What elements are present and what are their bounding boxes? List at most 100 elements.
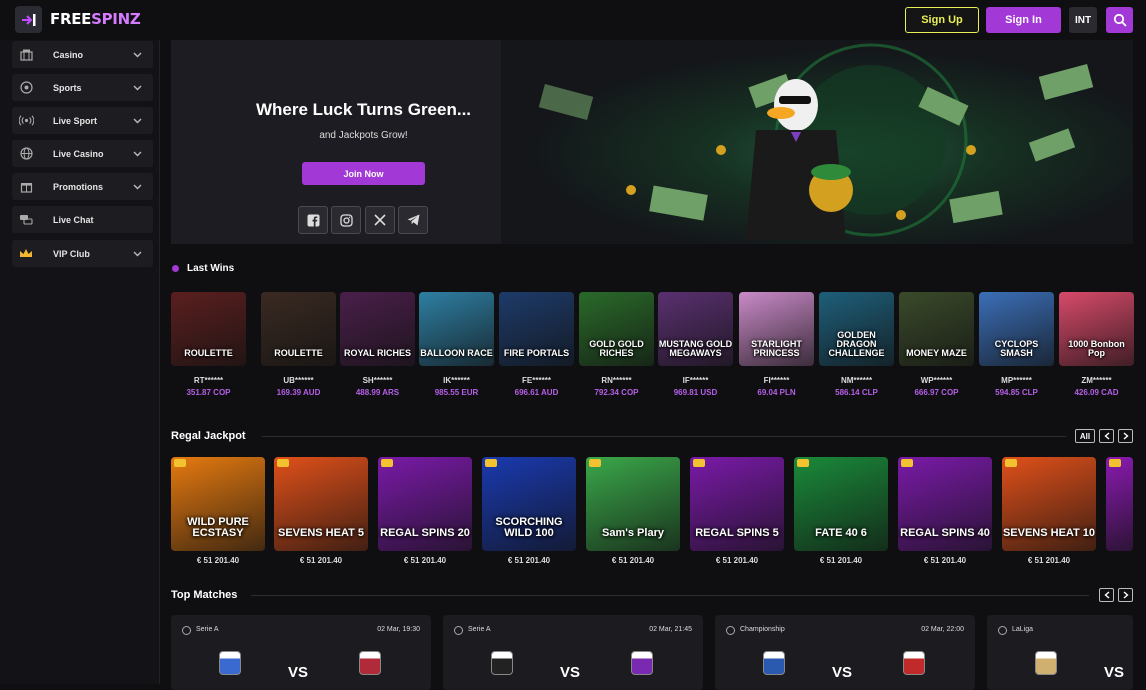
game-title: GOLD GOLD RICHES [589,339,644,358]
game-title: SEVENS HEAT 5 [278,527,364,539]
sidebar-item-vip-club[interactable]: VIP Club [12,240,153,267]
sidebar-item-live-casino[interactable]: Live Casino [12,140,153,167]
home-team-crest [763,651,785,675]
sign-up-button[interactable]: Sign Up [905,7,979,33]
win-amount: 586.14 CLP [835,388,878,397]
win-amount: 696.61 AUD [514,388,559,397]
game-thumbnail: FATE 40 6 [794,457,888,551]
sidebar-item-casino[interactable]: Casino [12,41,153,68]
brand-logo[interactable]: FREESPINZ [50,10,141,28]
game-title: REGAL SPINS 5 [695,527,779,539]
last-win-card[interactable]: 1000 Bonbon Pop ZM****** 426.09 CAD [1059,292,1134,397]
win-amount: 351.87 COP [186,388,231,397]
game-title: BALLOON RACE [420,348,493,358]
sidebar-item-live-sport[interactable]: Live Sport [12,107,153,134]
casino-icon [18,48,34,62]
game-thumbnail: SEVENS HEAT 10 [1002,457,1096,551]
sign-in-button[interactable]: Sign In [986,7,1061,33]
brand-logo-part-b: SPINZ [91,10,141,28]
jackpot-game-card[interactable]: REGAL SPINS 20 € 51 201.40 [378,457,472,565]
last-win-card[interactable]: GOLD GOLD RICHES RN****** 792.34 COP [579,292,654,397]
last-win-card[interactable]: BALLOON RACE IK****** 985.55 EUR [419,292,494,397]
win-amount: 426.09 CAD [1074,388,1119,397]
region-selector[interactable]: INT [1069,7,1097,33]
telegram-button[interactable] [398,206,428,234]
game-title: GOLDEN DRAGON CHALLENGE [828,330,885,358]
sidebar-item-label: Promotions [53,181,104,192]
game-title: MUSTANG GOLD MEGAWAYS [658,339,733,358]
jackpot-game-card[interactable]: REGAL SPINS 5 € 51 201.40 [690,457,784,565]
last-win-card[interactable]: STARLIGHT PRINCESS FI****** 69.04 PLN [739,292,814,397]
jackpot-amount: € 51 201.40 [1027,556,1071,565]
game-thumbnail: STARLIGHT PRINCESS [739,292,814,366]
game-thumbnail: SEVENS HEAT 5 [274,457,368,551]
last-win-card[interactable]: FIRE PORTALS FE****** 696.61 AUD [499,292,574,397]
last-win-card[interactable]: MONEY MAZE WP****** 666.97 COP [899,292,974,397]
last-win-card[interactable]: GOLDEN DRAGON CHALLENGE NM****** 586.14 CL… [819,292,894,397]
search-button[interactable] [1106,7,1133,33]
regal-jackpot-next-button[interactable] [1118,429,1133,443]
last-win-card[interactable]: ROYAL RICHES SH****** 488.99 ARS [340,292,415,397]
chevron-right-icon [1123,591,1129,599]
jackpot-game-card[interactable]: SEVENS HEAT 10 € 51 201.40 [1002,457,1096,565]
match-card[interactable]: Championship 02 Mar, 22:00 VS [715,615,975,690]
top-matches-prev-button[interactable] [1099,588,1114,602]
versus-label: VS [832,664,853,681]
sidebar-item-live-chat[interactable]: Live Chat [12,206,153,233]
join-now-button[interactable]: Join Now [302,162,425,185]
jackpot-crown-icon [693,459,705,467]
versus-label: VS [288,664,309,681]
top-matches-next-button[interactable] [1118,588,1133,602]
league-icon [182,626,191,635]
jackpot-game-card[interactable]: FATE 40 6 € 51 201.40 [794,457,888,565]
game-thumbnail: GOLDEN DRAGON CHALLENGE [819,292,894,366]
chevron-right-icon [1123,432,1129,440]
last-win-card[interactable]: MUSTANG GOLD MEGAWAYS IF****** 969.81 USD [658,292,733,397]
jackpot-game-card[interactable]: Sam's Plary € 51 201.40 [586,457,680,565]
winner-name: ZM****** [1081,376,1112,385]
win-amount: 488.99 ARS [355,388,400,397]
match-card[interactable]: LaLiga VS [987,615,1133,690]
winner-name: NM****** [840,376,873,385]
game-thumbnail: CYCLOPS SMASH [979,292,1054,366]
jackpot-game-card[interactable]: SEVENS HEAT 5 € 51 201.40 [274,457,368,565]
jackpot-crown-icon [277,459,289,467]
chevron-down-icon [133,50,143,60]
sidebar-item-promotions[interactable]: Promotions [12,173,153,200]
globe-icon [18,147,34,161]
regal-jackpot-all-button[interactable]: All [1075,429,1095,443]
last-win-card[interactable]: ROULETTE UB****** 169.39 AUD [261,292,336,397]
jackpot-amount: € 51 201.40 [403,556,447,565]
jackpot-game-card[interactable]: WILD PURE ECSTASY € 51 201.40 [171,457,265,565]
sidebar-item-label: VIP Club [53,248,90,259]
win-amount: 985.55 EUR [434,388,479,397]
last-win-card[interactable]: ROULETTE RT****** 351.87 COP [171,292,246,397]
jackpot-crown-icon [174,459,186,467]
chevron-down-icon [133,83,143,93]
live-dot-icon [172,265,179,272]
jackpot-game-card[interactable] [1106,457,1133,556]
sidebar-item-label: Live Casino [53,148,104,159]
last-win-card[interactable]: CYCLOPS SMASH MP****** 594.85 CLP [979,292,1054,397]
jackpot-game-card[interactable]: SCORCHING WILD 100 € 51 201.40 [482,457,576,565]
league-name: Serie A [196,626,219,633]
x-button[interactable] [365,206,395,234]
winner-name: RN****** [601,376,632,385]
win-amount: 969.81 USD [673,388,718,397]
match-card[interactable]: Serie A 02 Mar, 21:45 VS [443,615,703,690]
match-card[interactable]: Serie A 02 Mar, 19:30 VS [171,615,431,690]
instagram-button[interactable] [331,206,361,234]
game-thumbnail: ROULETTE [261,292,336,366]
jackpot-game-card[interactable]: REGAL SPINS 40 € 51 201.40 [898,457,992,565]
game-thumbnail: Sam's Plary [586,457,680,551]
game-thumbnail: GOLD GOLD RICHES [579,292,654,366]
jackpot-amount: € 51 201.40 [507,556,551,565]
hero-subtitle: and Jackpots Grow! [319,130,408,141]
sidebar-toggle-button[interactable] [15,6,42,33]
regal-jackpot-prev-button[interactable] [1099,429,1114,443]
sidebar-item-sports[interactable]: Sports [12,74,153,101]
facebook-button[interactable] [298,206,328,234]
winner-name: RT****** [193,376,224,385]
sidebar-item-label: Casino [53,49,84,60]
game-thumbnail: REGAL SPINS 40 [898,457,992,551]
